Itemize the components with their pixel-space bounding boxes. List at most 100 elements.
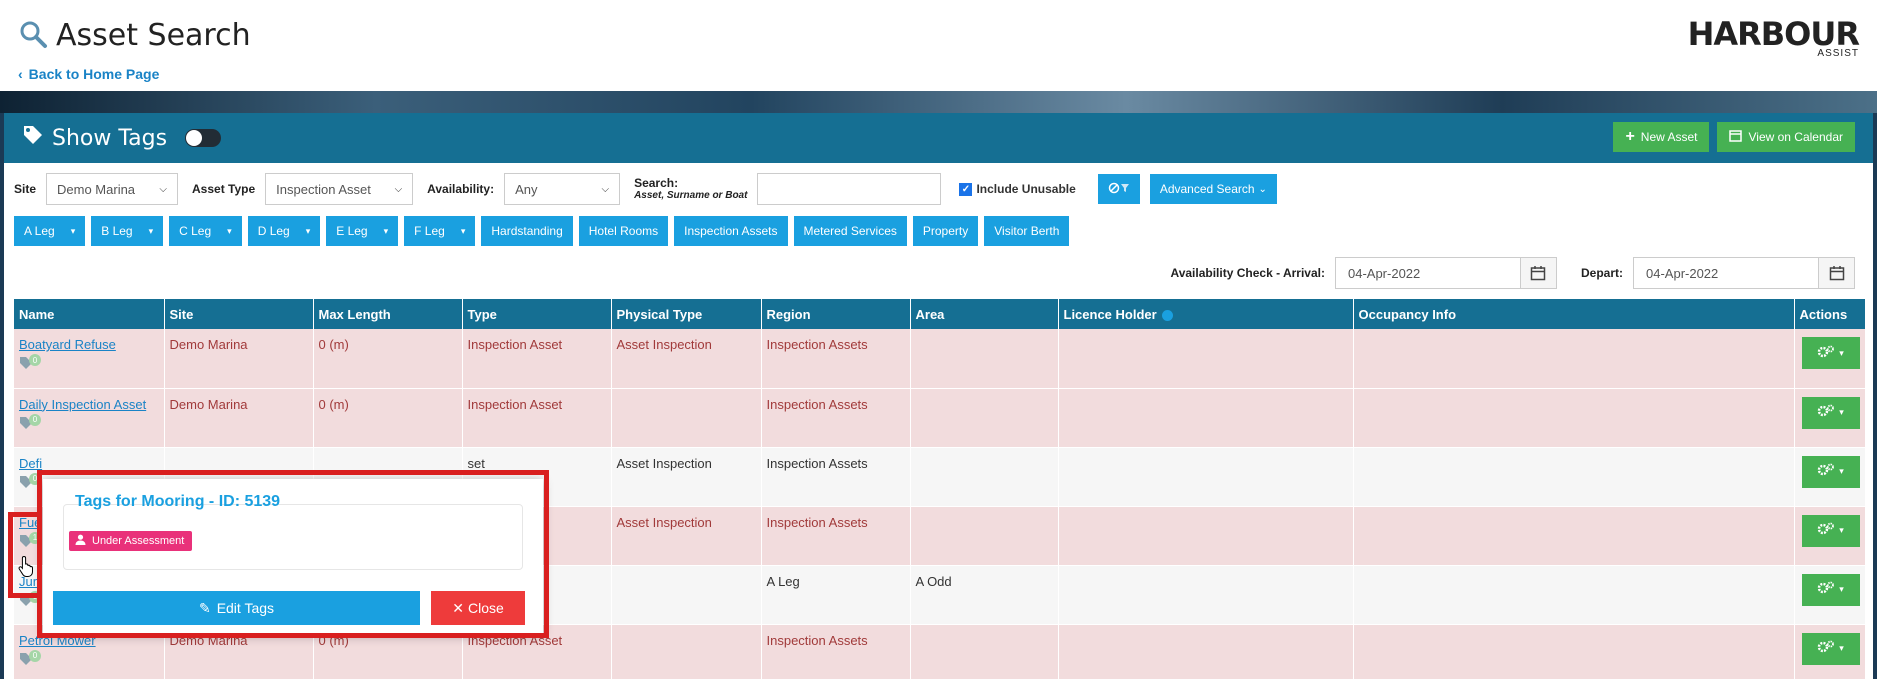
quick-tab-hardstanding[interactable]: Hardstanding: [481, 216, 573, 246]
quick-tab-a-leg[interactable]: A Leg ▾: [14, 216, 86, 246]
quick-tab-label: E Leg: [336, 224, 368, 238]
page-title: Asset Search: [56, 18, 251, 53]
gears-icon: [1817, 345, 1835, 362]
include-unusable-group: ✓ Include Unusable: [959, 182, 1076, 196]
quick-tab-visitor-berth[interactable]: Visitor Berth: [984, 216, 1070, 246]
chevron-left-icon: ‹: [18, 66, 23, 82]
arrival-date-field[interactable]: 04-Apr-2022: [1334, 257, 1557, 289]
actions-dropdown-button[interactable]: ▾: [1801, 396, 1860, 429]
site-select[interactable]: Demo Marina ⌵: [46, 173, 179, 205]
edit-tags-button[interactable]: ✎ Edit Tags: [53, 591, 420, 625]
col-header-region[interactable]: Region: [761, 299, 911, 329]
quick-tab-b-leg[interactable]: B Leg ▾: [91, 216, 164, 246]
availability-select[interactable]: Any ⌵: [504, 173, 621, 205]
gears-icon: [1817, 404, 1835, 421]
quick-tab-hotel-rooms[interactable]: Hotel Rooms: [578, 216, 669, 246]
depart-date-value: 04-Apr-2022: [1646, 265, 1719, 281]
asset-name-link[interactable]: Fue: [19, 515, 41, 530]
view-on-calendar-button[interactable]: View on Calendar: [1717, 122, 1855, 152]
actions-dropdown-button[interactable]: ▾: [1801, 573, 1860, 606]
tag-icon[interactable]: 0: [19, 472, 41, 489]
quick-filter-tabs: A Leg ▾ B Leg ▾ C Leg ▾ D Leg ▾ E Leg ▾ F Leg ▾ Hard…: [4, 215, 1873, 247]
col-header-type[interactable]: Type: [462, 299, 612, 329]
under-assessment-tag: Under Assessment: [69, 531, 193, 551]
cell-occupancy-info: [1353, 624, 1795, 679]
gears-icon: [1817, 463, 1835, 480]
advanced-search-button[interactable]: Advanced Search ⌄: [1149, 174, 1277, 204]
actions-dropdown-button[interactable]: ▾: [1801, 632, 1860, 665]
asset-name-link[interactable]: Defi: [19, 456, 42, 471]
caret-down-icon[interactable]: ▾: [149, 226, 154, 237]
quick-tab-c-leg[interactable]: C Leg ▾: [169, 216, 242, 246]
tag-icon[interactable]: 0: [19, 354, 41, 370]
filters-row: Site Demo Marina ⌵ Asset Type Inspection…: [4, 163, 1873, 215]
tag-icon[interactable]: 1: [19, 531, 41, 548]
chevron-down-icon: ⌄: [1258, 183, 1267, 195]
caret-down-icon[interactable]: ▾: [227, 226, 232, 237]
show-tags-label: Show Tags: [52, 125, 168, 151]
tag-icon[interactable]: 0: [19, 413, 41, 430]
quick-tab-label: Hardstanding: [491, 224, 563, 238]
asset-name-link[interactable]: Daily Inspection Asset: [19, 397, 146, 412]
cell-occupancy-info: [1353, 565, 1795, 625]
asset-name-link[interactable]: Boatyard Refuse: [19, 337, 116, 352]
col-header-site[interactable]: Site: [164, 299, 314, 329]
quick-tab-e-leg[interactable]: E Leg ▾: [326, 216, 399, 246]
depart-label: Depart:: [1580, 266, 1623, 280]
include-unusable-label: Include Unusable: [976, 182, 1076, 196]
quick-tab-d-leg[interactable]: D Leg ▾: [247, 216, 321, 246]
tag-icon[interactable]: 0: [19, 649, 41, 666]
actions-dropdown-button[interactable]: ▾: [1801, 455, 1860, 488]
col-header-licence-holder[interactable]: Licence Holder: [1058, 299, 1354, 329]
user-icon: [75, 534, 86, 548]
cell-licence-holder: [1058, 624, 1354, 679]
asset-type-select[interactable]: Inspection Asset ⌵: [265, 173, 414, 205]
search-icon: [18, 19, 48, 52]
logo-main-text: HARBOUR: [1687, 15, 1860, 53]
caret-down-icon[interactable]: ▾: [461, 226, 466, 237]
panel-header: Show Tags + New Asset View on Calendar: [4, 113, 1873, 163]
caret-down-icon[interactable]: ▾: [71, 226, 76, 237]
gears-icon: [1817, 581, 1835, 598]
asset-name-link[interactable]: Petrol Mower: [19, 633, 96, 648]
view-on-calendar-label: View on Calendar: [1748, 130, 1843, 144]
depart-date-field[interactable]: 04-Apr-2022: [1633, 257, 1855, 289]
col-header-occupancy-info[interactable]: Occupancy Info: [1353, 299, 1795, 329]
quick-tab-property[interactable]: Property: [912, 216, 979, 246]
toggle-knob: [186, 130, 203, 146]
col-header-area[interactable]: Area: [910, 299, 1059, 329]
calendar-icon[interactable]: [1818, 258, 1854, 288]
new-asset-button[interactable]: + New Asset: [1613, 122, 1710, 152]
cell-occupancy-info: [1353, 447, 1795, 507]
cell-actions: ▾: [1794, 624, 1866, 679]
cell-actions: ▾: [1794, 506, 1866, 566]
quick-tab-inspection-assets[interactable]: Inspection Assets: [674, 216, 788, 246]
close-label: Close: [467, 600, 504, 616]
search-sub-label: Asset, Surname or Boat: [634, 190, 748, 202]
caret-down-icon: ▾: [1839, 643, 1844, 653]
cell-area: A Odd: [910, 565, 1059, 625]
actions-dropdown-button[interactable]: ▾: [1801, 337, 1860, 369]
actions-dropdown-button[interactable]: ▾: [1801, 514, 1860, 547]
tag-icon[interactable]: 0: [19, 590, 41, 607]
availability-check-row: Availability Check - Arrival: 04-Apr-202…: [4, 247, 1873, 299]
col-header-name[interactable]: Name: [14, 299, 165, 329]
search-input[interactable]: [757, 173, 942, 205]
include-unusable-checkbox[interactable]: ✓: [959, 182, 973, 196]
caret-down-icon[interactable]: ▾: [306, 226, 311, 237]
col-header-physical-type[interactable]: Physical Type: [611, 299, 762, 329]
quick-tab-f-leg[interactable]: F Leg ▾: [404, 216, 476, 246]
back-to-home-link[interactable]: ‹ Back to Home Page: [18, 66, 159, 82]
close-button[interactable]: ✕ Close: [431, 591, 525, 625]
show-tags-toggle[interactable]: [185, 129, 222, 147]
cell-type: Inspection Asset: [462, 329, 612, 389]
clear-filter-button[interactable]: [1097, 174, 1140, 204]
cell-licence-holder: [1058, 329, 1354, 389]
calendar-icon[interactable]: [1519, 258, 1556, 288]
quick-tab-metered-services[interactable]: Metered Services: [793, 216, 907, 246]
col-header-max-length[interactable]: Max Length: [313, 299, 463, 329]
tag-label: Under Assessment: [92, 535, 185, 547]
new-asset-label: New Asset: [1640, 130, 1698, 144]
info-icon[interactable]: [1162, 309, 1174, 321]
caret-down-icon[interactable]: ▾: [384, 226, 389, 237]
